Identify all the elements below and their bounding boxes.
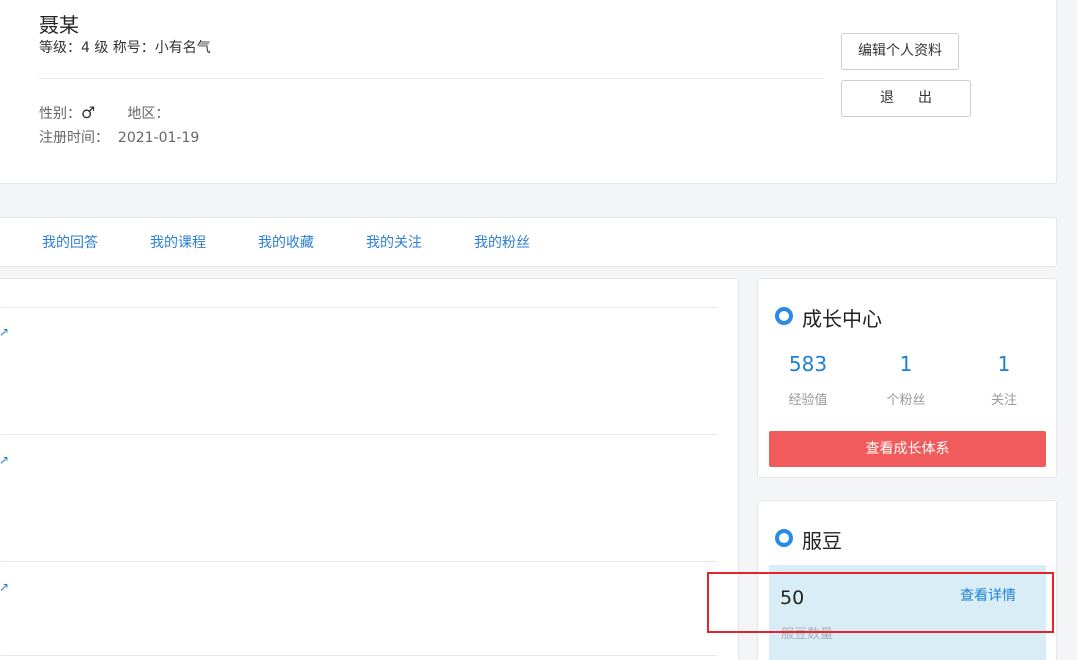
fans-count: 1 <box>899 352 913 376</box>
content-list: ↗ ↗ ↗ <box>0 278 739 660</box>
logout-button[interactable]: 退出 <box>841 80 971 117</box>
list-divider <box>1 561 717 562</box>
fudou-label: 服豆数量 <box>781 627 834 642</box>
fudou-title: 服豆 <box>802 529 842 553</box>
profile-card: 聂某 等级：4 级 称号：小有名气 性别：♂ 地区： 注册时间： 2021-01-… <box>0 0 1057 184</box>
user-level: 等级：4 级 称号：小有名气 <box>39 40 211 56</box>
fudou-summary: 50 服豆数量 查看详情 <box>769 565 1046 660</box>
region-label: 地区： <box>127 106 170 122</box>
growth-center-card: 成长中心 583 经验值 1 个粉丝 1 关注 查看成长体系 <box>757 278 1057 478</box>
register-date: 2021-01-19 <box>117 130 200 146</box>
user-name: 聂某 <box>39 13 79 37</box>
gender-label: 性别： <box>39 106 81 122</box>
experience-label: 经验值 <box>788 393 828 408</box>
list-divider <box>1 434 717 435</box>
following-count: 1 <box>997 352 1011 376</box>
register-line: 注册时间： 2021-01-19 <box>39 127 199 147</box>
fans-label: 个粉丝 <box>886 393 926 408</box>
circle-bullet-icon <box>775 307 793 325</box>
male-icon: ♂ <box>81 103 96 122</box>
following-label: 关注 <box>990 393 1017 408</box>
edit-profile-button[interactable]: 编辑个人资料 <box>841 33 959 70</box>
register-label: 注册时间： <box>39 130 109 146</box>
profile-tabs: 我的回答 我的课程 我的收藏 我的关注 我的粉丝 <box>0 217 1057 267</box>
growth-title: 成长中心 <box>802 307 882 331</box>
experience-value: 583 <box>788 352 828 376</box>
list-divider <box>1 655 717 656</box>
circle-bullet-icon <box>775 529 793 547</box>
gender-region-line: 性别：♂ 地区： <box>39 103 169 123</box>
tab-favorites[interactable]: 我的收藏 <box>258 232 314 252</box>
link-arrow-icon[interactable]: ↗ <box>0 580 9 594</box>
view-growth-system-button[interactable]: 查看成长体系 <box>769 431 1046 467</box>
tab-fans[interactable]: 我的粉丝 <box>474 232 530 252</box>
link-arrow-icon[interactable]: ↗ <box>0 453 9 467</box>
list-divider <box>1 307 717 308</box>
tab-courses[interactable]: 我的课程 <box>150 232 206 252</box>
link-arrow-icon[interactable]: ↗ <box>0 325 9 339</box>
profile-divider <box>39 78 824 79</box>
fudou-card: 服豆 50 服豆数量 查看详情 <box>757 500 1057 660</box>
view-details-link[interactable]: 查看详情 <box>960 585 1016 605</box>
tab-following[interactable]: 我的关注 <box>366 232 422 252</box>
fudou-value: 50 <box>780 587 805 609</box>
tab-answers[interactable]: 我的回答 <box>42 232 98 252</box>
